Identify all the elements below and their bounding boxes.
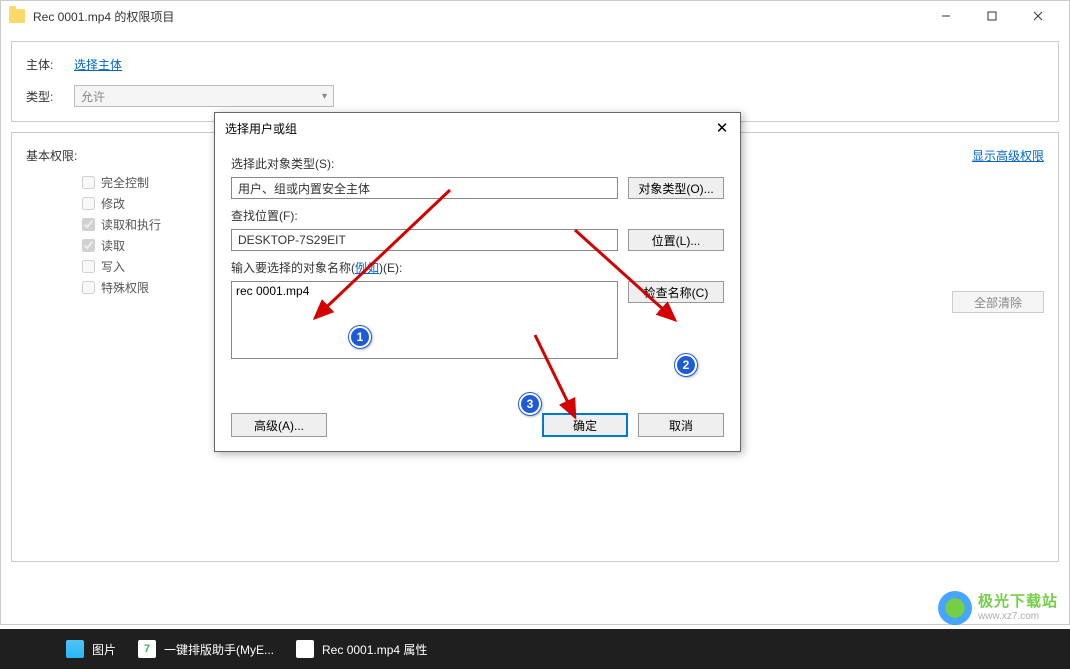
watermark-title: 极光下载站 [978, 594, 1058, 611]
cancel-button[interactable]: 取消 [638, 413, 724, 437]
object-name-input[interactable]: rec 0001.mp4 [231, 281, 618, 359]
perm-checkbox[interactable] [82, 260, 95, 273]
perm-checkbox[interactable] [82, 239, 95, 252]
chevron-down-icon: ▾ [322, 91, 327, 102]
watermark-url: www.xz7.com [978, 611, 1058, 622]
annotation-badge-1: 1 [349, 326, 371, 348]
type-label: 类型: [26, 88, 74, 105]
principal-panel: 主体: 选择主体 类型: 允许 ▾ [11, 41, 1059, 122]
example-link[interactable]: 例如 [355, 261, 379, 275]
taskbar-item-pictures[interactable]: 图片 [56, 629, 126, 669]
myeditor-icon: 7 [138, 640, 156, 658]
object-types-button[interactable]: 对象类型(O)... [628, 177, 724, 199]
select-user-or-group-dialog: 选择用户或组 ✕ 选择此对象类型(S): 用户、组或内置安全主体 对象类型(O)… [214, 112, 741, 452]
properties-icon [296, 640, 314, 658]
dialog-body: 选择此对象类型(S): 用户、组或内置安全主体 对象类型(O)... 查找位置(… [215, 143, 740, 451]
taskbar: 图片 7 一键排版助手(MyE... Rec 0001.mp4 属性 [0, 629, 1070, 669]
window-title: Rec 0001.mp4 的权限项目 [33, 8, 923, 25]
minimize-button[interactable] [923, 1, 969, 31]
clear-all-button[interactable]: 全部清除 [952, 291, 1044, 313]
main-titlebar: Rec 0001.mp4 的权限项目 [1, 1, 1069, 31]
watermark: 极光下载站 www.xz7.com [938, 591, 1058, 625]
locations-button[interactable]: 位置(L)... [628, 229, 724, 251]
taskbar-item-properties[interactable]: Rec 0001.mp4 属性 [286, 629, 437, 669]
object-name-label: 输入要选择的对象名称(例如)(E): [231, 259, 724, 276]
principal-label: 主体: [26, 56, 74, 73]
folder-icon [9, 9, 25, 23]
annotation-badge-3: 3 [519, 393, 541, 415]
type-select[interactable]: 允许 ▾ [74, 85, 334, 107]
advanced-button[interactable]: 高级(A)... [231, 413, 327, 437]
object-type-label: 选择此对象类型(S): [231, 155, 724, 172]
dialog-close-button[interactable]: ✕ [708, 117, 736, 139]
perm-checkbox[interactable] [82, 218, 95, 231]
check-names-button[interactable]: 检查名称(C) [628, 281, 724, 303]
perm-checkbox[interactable] [82, 281, 95, 294]
window-controls [923, 1, 1061, 31]
dialog-footer: 高级(A)... 确定 取消 [231, 413, 724, 437]
location-field: DESKTOP-7S29EIT [231, 229, 618, 251]
location-label: 查找位置(F): [231, 207, 724, 224]
perm-checkbox[interactable] [82, 197, 95, 210]
pictures-icon [66, 640, 84, 658]
dialog-titlebar[interactable]: 选择用户或组 ✕ [215, 113, 740, 143]
maximize-button[interactable] [969, 1, 1015, 31]
type-value: 允许 [81, 88, 105, 105]
watermark-logo-icon [938, 591, 972, 625]
dialog-title: 选择用户或组 [225, 120, 297, 137]
taskbar-item-myeditor[interactable]: 7 一键排版助手(MyE... [128, 629, 284, 669]
close-button[interactable] [1015, 1, 1061, 31]
perm-checkbox[interactable] [82, 176, 95, 189]
annotation-badge-2: 2 [675, 354, 697, 376]
ok-button[interactable]: 确定 [542, 413, 628, 437]
object-type-field: 用户、组或内置安全主体 [231, 177, 618, 199]
show-advanced-link[interactable]: 显示高级权限 [972, 147, 1044, 164]
select-principal-link[interactable]: 选择主体 [74, 56, 122, 73]
